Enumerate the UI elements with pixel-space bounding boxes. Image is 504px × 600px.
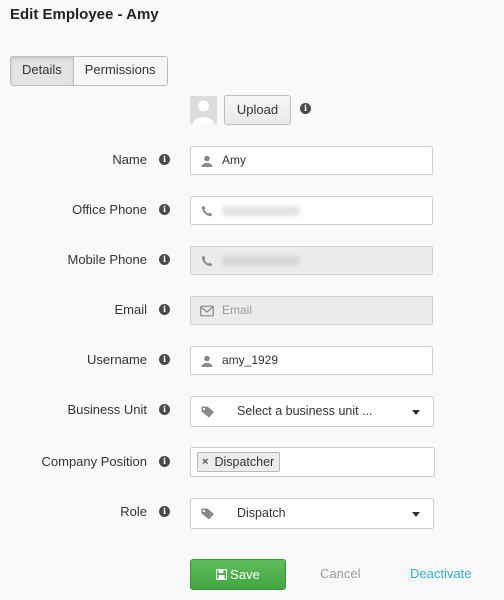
name-value: Amy xyxy=(222,153,246,167)
chevron-down-icon xyxy=(412,512,420,517)
phone-icon xyxy=(201,255,213,267)
office-phone-value xyxy=(222,206,300,216)
business-unit-label: Business Unit xyxy=(67,402,147,417)
email-placeholder: Email xyxy=(222,303,253,317)
tab-details[interactable]: Details xyxy=(11,57,74,85)
save-label: Save xyxy=(230,567,260,582)
position-tag: × Dispatcher xyxy=(197,452,281,472)
mobile-phone-field[interactable] xyxy=(190,246,433,275)
username-field[interactable]: amy_1929 xyxy=(190,346,433,375)
info-icon[interactable]: i xyxy=(159,354,170,365)
info-icon[interactable]: i xyxy=(159,304,170,315)
company-position-field[interactable]: × Dispatcher xyxy=(190,447,435,477)
info-icon[interactable]: i xyxy=(159,204,170,215)
info-icon[interactable]: i xyxy=(159,254,170,265)
phone-icon xyxy=(201,205,213,217)
role-select[interactable]: Dispatch xyxy=(190,498,434,529)
cancel-link[interactable]: Cancel xyxy=(320,566,360,581)
page-title: Edit Employee - Amy xyxy=(10,6,159,23)
upload-button[interactable]: Upload xyxy=(224,95,291,125)
tab-permissions[interactable]: Permissions xyxy=(73,57,167,85)
role-value: Dispatch xyxy=(237,506,286,520)
mobile-phone-label: Mobile Phone xyxy=(67,252,148,267)
chevron-down-icon xyxy=(412,410,420,415)
tag-icon xyxy=(201,508,214,520)
deactivate-link[interactable]: Deactivate xyxy=(410,566,471,581)
email-field[interactable]: Email xyxy=(190,296,433,325)
office-phone-label: Office Phone xyxy=(72,202,147,217)
save-button[interactable]: Save xyxy=(190,559,286,590)
info-icon[interactable]: i xyxy=(159,506,170,517)
email-label: Email xyxy=(114,302,147,317)
tab-bar: Details Permissions xyxy=(10,56,168,86)
business-unit-select[interactable]: Select a business unit ... xyxy=(190,396,434,427)
info-icon[interactable]: i xyxy=(159,456,170,467)
position-tag-label: Dispatcher xyxy=(214,455,275,469)
username-label: Username xyxy=(87,352,147,367)
info-icon[interactable]: i xyxy=(159,154,170,165)
tag-icon xyxy=(201,406,214,418)
role-label: Role xyxy=(120,504,147,519)
avatar xyxy=(190,96,217,124)
info-icon[interactable]: i xyxy=(300,103,311,114)
office-phone-field[interactable] xyxy=(190,196,433,225)
envelope-icon xyxy=(200,305,214,317)
username-value: amy_1929 xyxy=(222,353,279,367)
name-label: Name xyxy=(112,152,147,167)
user-icon xyxy=(201,355,213,367)
floppy-disk-icon xyxy=(216,568,228,581)
name-field[interactable]: Amy xyxy=(190,146,433,175)
info-icon[interactable]: i xyxy=(159,404,170,415)
remove-tag-icon[interactable]: × xyxy=(202,453,208,471)
business-unit-value: Select a business unit ... xyxy=(237,404,373,418)
mobile-phone-value xyxy=(222,256,300,266)
user-icon xyxy=(201,155,213,167)
company-position-label: Company Position xyxy=(41,454,148,469)
